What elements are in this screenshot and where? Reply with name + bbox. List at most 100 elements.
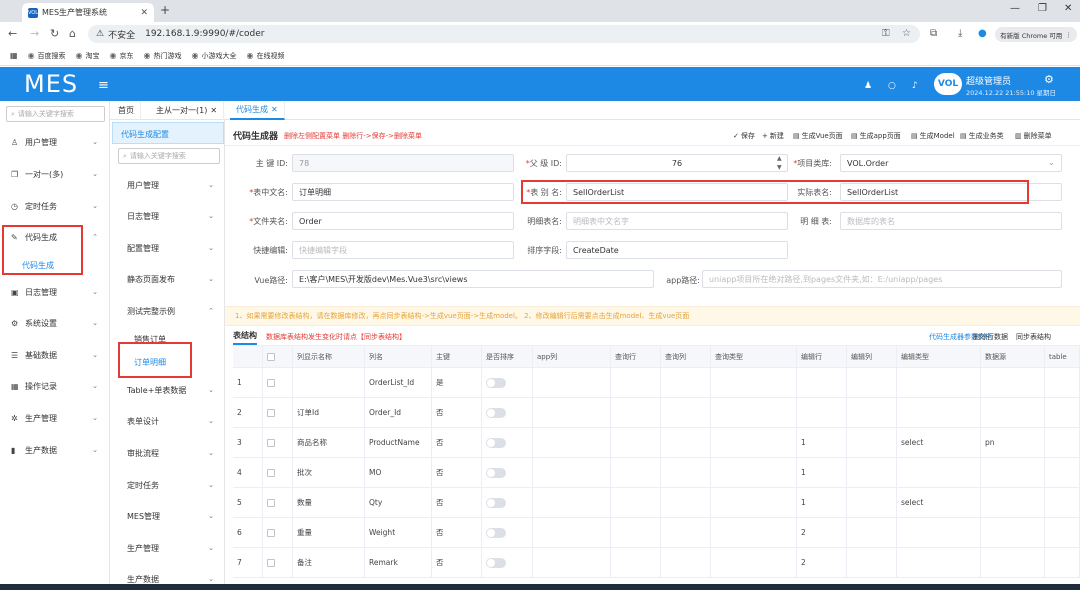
grid-cell[interactable]: ProductName [365, 428, 432, 457]
grid-cell[interactable] [661, 548, 711, 577]
table-row[interactable]: 7 备注 Remark 否 2 [233, 548, 1080, 578]
grid-cell[interactable]: 否 [432, 548, 482, 577]
delete-menu-button[interactable]: ▥ 删除菜单 [1015, 131, 1052, 141]
bookmark-item[interactable]: ◉ 淘宝 [76, 51, 100, 61]
grid-cell[interactable] [897, 398, 981, 427]
grid-cell[interactable] [847, 458, 897, 487]
menu-toggle-icon[interactable]: ≡ [98, 78, 109, 93]
sidebar-item-one-to-one[interactable]: ❐ 一对一(多) ⌄ [0, 164, 108, 184]
grid-cell[interactable] [897, 518, 981, 547]
grid-cell[interactable] [1045, 518, 1080, 547]
download-icon[interactable]: ⤓ [958, 28, 962, 39]
table-row[interactable]: 4 批次 MO 否 1 [233, 458, 1080, 488]
grid-cell[interactable] [533, 548, 611, 577]
bookmark-item[interactable]: ◉ 京东 [110, 51, 134, 61]
row-checkbox-cell[interactable] [263, 398, 293, 427]
grid-cell[interactable] [711, 518, 797, 547]
grid-cell[interactable]: 2 [797, 518, 847, 547]
theme-icon[interactable]: ○ [888, 81, 896, 91]
grid-cell[interactable]: Order_Id [365, 398, 432, 427]
quick-edit-field[interactable]: 快捷编辑字段 [292, 241, 514, 259]
tab-code-gen[interactable]: 代码生成 ✕ [230, 101, 285, 120]
tab-master-detail[interactable]: 主从一对一(1) ✕ [150, 101, 225, 120]
close-tab-icon[interactable]: ✕ [140, 8, 148, 18]
grid-cell[interactable] [711, 368, 797, 397]
grid-cell[interactable] [897, 548, 981, 577]
grid-cell[interactable] [661, 368, 711, 397]
grid-cell[interactable] [981, 518, 1045, 547]
restore-icon[interactable]: ❐ [1038, 3, 1047, 14]
grid-cell[interactable] [611, 518, 661, 547]
parent-id-stepper[interactable]: 76 [566, 154, 788, 172]
grid-cell[interactable] [897, 458, 981, 487]
grid-cell[interactable] [711, 458, 797, 487]
tab-table-structure[interactable]: 表结构 [233, 330, 257, 345]
omnibox[interactable]: ⚠ 不安全 192.168.1.9:9990/#/coder [88, 25, 920, 43]
table-row[interactable]: 6 重量 Weight 否 2 [233, 518, 1080, 548]
sort-toggle[interactable] [486, 407, 506, 418]
grid-cell[interactable] [847, 428, 897, 457]
sidebar-item-production-mgmt[interactable]: ✲ 生产管理 ⌄ [0, 408, 108, 428]
grid-cell[interactable] [661, 428, 711, 457]
menu-item[interactable]: 配置管理 ⌄ [110, 239, 224, 257]
menu-item[interactable]: MES管理 ⌄ [110, 507, 224, 525]
table-row[interactable]: 1 OrderList_Id 是 [233, 368, 1080, 398]
grid-cell[interactable] [533, 368, 611, 397]
checkbox[interactable] [267, 438, 275, 447]
grid-cell[interactable]: select [897, 488, 981, 517]
menu-item[interactable]: 日志管理 ⌄ [110, 207, 224, 225]
grid-cell[interactable]: 1 [797, 488, 847, 517]
grid-cell[interactable] [1045, 458, 1080, 487]
profile-icon[interactable]: ● [978, 28, 987, 39]
bell-icon[interactable]: ♪ [912, 81, 918, 91]
gen-model-button[interactable]: ▤ 生成Model [911, 131, 955, 141]
grid-cell[interactable]: 否 [432, 488, 482, 517]
grid-cell[interactable] [797, 398, 847, 427]
detail-table-field[interactable]: 数据库的表名 [840, 212, 1062, 230]
key-icon[interactable]: ⚿ [882, 28, 890, 39]
grid-cell[interactable]: 是 [432, 368, 482, 397]
forward-icon[interactable]: → [30, 27, 39, 40]
menu-item[interactable]: 审批流程 ⌄ [110, 444, 224, 462]
extensions-icon[interactable]: ⧉ [930, 28, 937, 39]
grid-cell[interactable] [847, 488, 897, 517]
menu-item[interactable]: 用户管理 ⌄ [110, 176, 224, 194]
sort-toggle[interactable] [486, 467, 506, 478]
sidebar-item-scheduled-tasks[interactable]: ◷ 定时任务 ⌄ [0, 196, 108, 216]
menu-item[interactable]: 表单设计 ⌄ [110, 412, 224, 430]
row-checkbox-cell[interactable] [263, 368, 293, 397]
menu-item[interactable]: 测试完整示例 ⌃ [110, 302, 224, 320]
grid-cell[interactable] [847, 368, 897, 397]
checkbox[interactable] [267, 468, 275, 477]
window-close-icon[interactable]: ✕ [1064, 3, 1072, 14]
grid-cell[interactable]: pn [981, 428, 1045, 457]
checkbox[interactable] [267, 558, 275, 567]
menu-item[interactable]: 生产管理 ⌄ [110, 539, 224, 557]
grid-cell[interactable]: 否 [432, 518, 482, 547]
sort-toggle-cell[interactable] [482, 428, 533, 457]
sort-toggle-cell[interactable] [482, 488, 533, 517]
grid-cell[interactable] [1045, 428, 1080, 457]
sort-toggle-cell[interactable] [482, 458, 533, 487]
grid-cell[interactable] [1045, 368, 1080, 397]
grid-cell[interactable] [1045, 548, 1080, 577]
chrome-update-button[interactable]: 有新版 Chrome 可用 ⋮ [995, 27, 1077, 42]
star-icon[interactable]: ☆ [902, 28, 911, 39]
vue-path-field[interactable]: E:\客户\MES\开发版dev\Mes.Vue3\src\views [292, 270, 654, 288]
sidebar-item-user-management[interactable]: ♙ 用户管理 ⌄ [0, 132, 108, 152]
row-checkbox-cell[interactable] [263, 548, 293, 577]
grid-cell[interactable]: 否 [432, 428, 482, 457]
grid-cell[interactable] [1045, 488, 1080, 517]
bookmark-item[interactable]: ◉ 百度搜索 [28, 51, 66, 61]
grid-cell[interactable]: Weight [365, 518, 432, 547]
menu-search-input[interactable]: ⌕ 请输入关键字搜索 [118, 148, 220, 164]
grid-cell[interactable] [611, 548, 661, 577]
grid-cell[interactable] [533, 398, 611, 427]
grid-cell[interactable]: 重量 [293, 518, 365, 547]
browser-tab[interactable]: VOL MES生产管理系统 ✕ [22, 3, 154, 22]
menu-item[interactable]: 静态页面发布 ⌄ [110, 270, 224, 288]
sort-toggle-cell[interactable] [482, 548, 533, 577]
bookmark-item[interactable]: ◉ 热门游戏 [144, 51, 182, 61]
grid-cell[interactable] [711, 428, 797, 457]
bookmark-item[interactable]: ◉ 在线视频 [246, 51, 284, 61]
